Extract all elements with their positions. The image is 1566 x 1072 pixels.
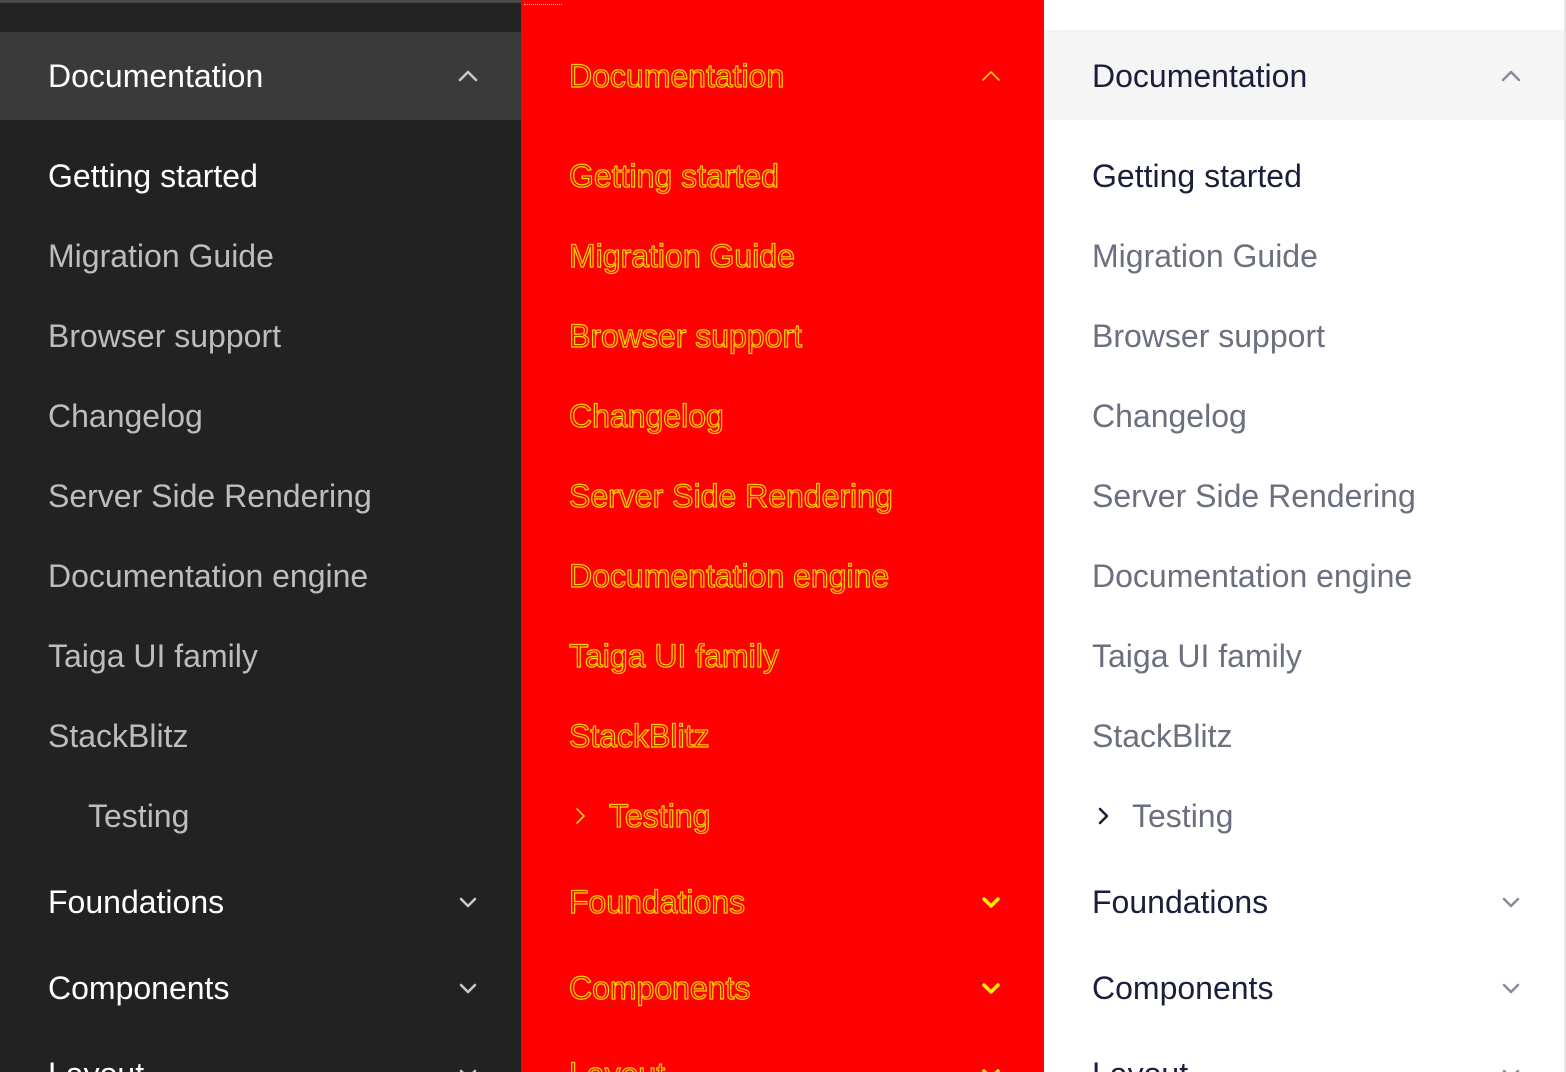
nav-group-foundations[interactable]: Foundations (0, 858, 521, 946)
nav-item-stackblitz[interactable]: StackBlitz (48, 706, 188, 766)
nav-item-testing[interactable]: Testing (569, 786, 711, 846)
nav-group-components[interactable]: Components (521, 944, 1044, 1032)
nav-item-getting-started[interactable]: Getting started (48, 146, 258, 206)
nav-item-documentation-engine[interactable]: Documentation engine (48, 546, 368, 606)
chevron-up-icon (1496, 61, 1526, 91)
nav-group-components[interactable]: Components (0, 944, 521, 1032)
nav-group-label: Documentation (568, 57, 785, 94)
chevron-down-icon (1496, 1059, 1526, 1072)
chevron-right-icon (48, 805, 70, 827)
nav-group-foundations[interactable]: Foundations (1044, 858, 1564, 946)
nav-group-label: Layout (1092, 1056, 1496, 1072)
chevron-up-icon (976, 61, 1006, 91)
nav-item-changelog[interactable]: Changelog (1092, 386, 1247, 446)
nav-group-layout[interactable]: Layout (1044, 1030, 1564, 1072)
nav-group-label: Documentation (48, 57, 264, 94)
nav-group-documentation[interactable]: Documentation (0, 32, 521, 120)
chevron-down-icon (453, 1059, 483, 1072)
nav-item-migration-guide[interactable]: Migration Guide (48, 226, 274, 286)
nav-item-migration-guide[interactable]: Migration Guide (1092, 226, 1318, 286)
chevron-down-icon (453, 973, 483, 1003)
sidebar-panel-dark: Documentation Getting started Migration … (0, 0, 521, 1072)
nav-item-documentation-engine[interactable]: Documentation engine (1092, 546, 1412, 606)
nav-group-documentation[interactable]: Documentation (521, 32, 1044, 120)
chevron-right-icon (1092, 805, 1114, 827)
nav-item-stackblitz[interactable]: StackBlitz (1092, 706, 1232, 766)
nav-item-stackblitz[interactable]: StackBlitz (568, 706, 710, 766)
nav-item-browser-support[interactable]: Browser support (48, 306, 281, 366)
nav-item-changelog[interactable]: Changelog (48, 386, 203, 446)
chevron-right-icon (569, 805, 591, 827)
nav-item-testing[interactable]: Testing (1092, 786, 1233, 846)
nav-group-documentation[interactable]: Documentation (1044, 32, 1564, 120)
nav-item-testing[interactable]: Testing (48, 786, 189, 846)
nav-item-browser-support[interactable]: Browser support (1092, 306, 1325, 366)
nav-group-label: Layout (568, 1055, 976, 1072)
top-bar (1044, 0, 1564, 30)
nav-item-taiga-ui-family[interactable]: Taiga UI family (48, 626, 258, 686)
nav-group-label: Components (48, 969, 230, 1006)
sidebar-panel-light: Documentation Getting started Migration … (1044, 0, 1566, 1072)
nav-item-testing-label: Testing (1132, 798, 1234, 834)
chevron-up-icon (453, 61, 483, 91)
nav-group-foundations[interactable]: Foundations (521, 858, 1044, 946)
nav-group-components[interactable]: Components (1044, 944, 1564, 1032)
nav-item-documentation-engine[interactable]: Documentation engine (568, 546, 889, 606)
nav-group-label: Documentation (1092, 57, 1308, 94)
nav-group-label: Components (1092, 969, 1274, 1006)
chevron-down-icon (976, 1059, 1006, 1072)
nav-group-label: Components (568, 969, 751, 1006)
sidebar-panel-red: Documentation Getting started Migration … (521, 0, 1044, 1072)
nav-item-getting-started[interactable]: Getting started (1092, 146, 1302, 206)
nav-item-taiga-ui-family[interactable]: Taiga UI family (568, 626, 779, 686)
top-bar (0, 0, 521, 32)
nav-group-label: Foundations (1092, 883, 1269, 920)
chevron-down-icon (976, 973, 1006, 1003)
chevron-down-icon (453, 887, 483, 917)
nav-group-label: Foundations (48, 883, 225, 920)
nav-item-taiga-ui-family[interactable]: Taiga UI family (1092, 626, 1302, 686)
chevron-down-icon (1496, 973, 1526, 1003)
nav-group-layout[interactable]: Layout (521, 1030, 1044, 1072)
chevron-down-icon (1496, 887, 1526, 917)
nav-item-migration-guide[interactable]: Migration Guide (568, 226, 795, 286)
nav-item-server-side-rendering[interactable]: Server Side Rendering (48, 466, 372, 526)
nav-group-label: Layout (48, 1056, 453, 1072)
chevron-down-icon (976, 887, 1006, 917)
nav-item-testing-label: Testing (88, 798, 190, 834)
nav-item-testing-label: Testing (608, 797, 711, 834)
nav-item-changelog[interactable]: Changelog (568, 386, 724, 446)
nav-group-layout[interactable]: Layout (0, 1030, 521, 1072)
top-bar (521, 0, 1044, 32)
nav-group-label: Foundations (568, 883, 746, 920)
nav-item-server-side-rendering[interactable]: Server Side Rendering (568, 466, 893, 526)
nav-item-server-side-rendering[interactable]: Server Side Rendering (1092, 466, 1416, 526)
nav-item-browser-support[interactable]: Browser support (568, 306, 802, 366)
nav-item-getting-started[interactable]: Getting started (568, 146, 779, 206)
